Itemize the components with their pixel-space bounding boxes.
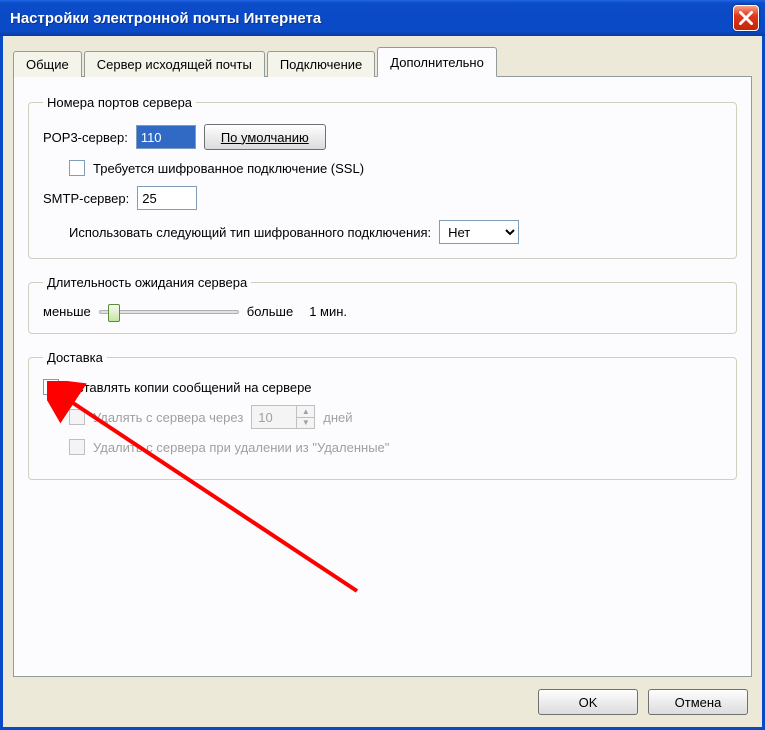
button-bar: OK Отмена bbox=[13, 677, 752, 727]
spinner-down-icon: ▼ bbox=[297, 418, 314, 429]
remove-on-delete-label: Удалить с сервера при удалении из "Удале… bbox=[93, 440, 389, 455]
timeout-legend: Длительность ожидания сервера bbox=[43, 275, 251, 290]
timeout-group: Длительность ожидания сервера меньше бол… bbox=[28, 275, 737, 334]
remove-after-checkbox bbox=[69, 409, 85, 425]
pop3-label: POP3-сервер: bbox=[43, 130, 128, 145]
remove-after-label: Удалять с сервера через bbox=[93, 410, 243, 425]
delivery-legend: Доставка bbox=[43, 350, 107, 365]
tab-advanced[interactable]: Дополнительно bbox=[377, 47, 497, 77]
tab-general[interactable]: Общие bbox=[13, 51, 82, 77]
smtp-label: SMTP-сервер: bbox=[43, 191, 129, 206]
close-icon bbox=[739, 11, 753, 25]
timeout-less: меньше bbox=[43, 304, 91, 319]
titlebar: Настройки электронной почты Интернета bbox=[0, 0, 765, 36]
delivery-group: Доставка Оставлять копии сообщений на се… bbox=[28, 350, 737, 480]
timeout-more: больше bbox=[247, 304, 293, 319]
days-label: дней bbox=[323, 410, 352, 425]
ports-legend: Номера портов сервера bbox=[43, 95, 196, 110]
tabs: Общие Сервер исходящей почты Подключение… bbox=[13, 46, 752, 76]
ok-button[interactable]: OK bbox=[538, 689, 638, 715]
pop3-input[interactable] bbox=[136, 125, 196, 149]
slider-thumb[interactable] bbox=[108, 304, 120, 322]
timeout-slider[interactable] bbox=[99, 310, 239, 314]
ssl-label: Требуется шифрованное подключение (SSL) bbox=[93, 161, 364, 176]
leave-copy-checkbox[interactable] bbox=[43, 379, 59, 395]
remove-after-days-value: 10 bbox=[252, 406, 296, 428]
smtp-input[interactable] bbox=[137, 186, 197, 210]
close-button[interactable] bbox=[733, 5, 759, 31]
tab-connection[interactable]: Подключение bbox=[267, 51, 375, 77]
leave-copy-label: Оставлять копии сообщений на сервере bbox=[67, 380, 312, 395]
remove-on-delete-checkbox bbox=[69, 439, 85, 455]
ssl-checkbox[interactable] bbox=[69, 160, 85, 176]
defaults-button[interactable]: По умолчанию bbox=[204, 124, 326, 150]
spinner-up-icon: ▲ bbox=[297, 406, 314, 418]
enc-type-label: Использовать следующий тип шифрованного … bbox=[69, 225, 431, 240]
remove-after-days-spinner: 10 ▲ ▼ bbox=[251, 405, 315, 429]
tab-outgoing[interactable]: Сервер исходящей почты bbox=[84, 51, 265, 77]
cancel-button[interactable]: Отмена bbox=[648, 689, 748, 715]
enc-type-select[interactable]: Нет bbox=[439, 220, 519, 244]
ports-group: Номера портов сервера POP3-сервер: По ум… bbox=[28, 95, 737, 259]
timeout-value: 1 мин. bbox=[309, 304, 347, 319]
tab-panel-advanced: Номера портов сервера POP3-сервер: По ум… bbox=[13, 76, 752, 677]
window-title: Настройки электронной почты Интернета bbox=[10, 10, 733, 27]
